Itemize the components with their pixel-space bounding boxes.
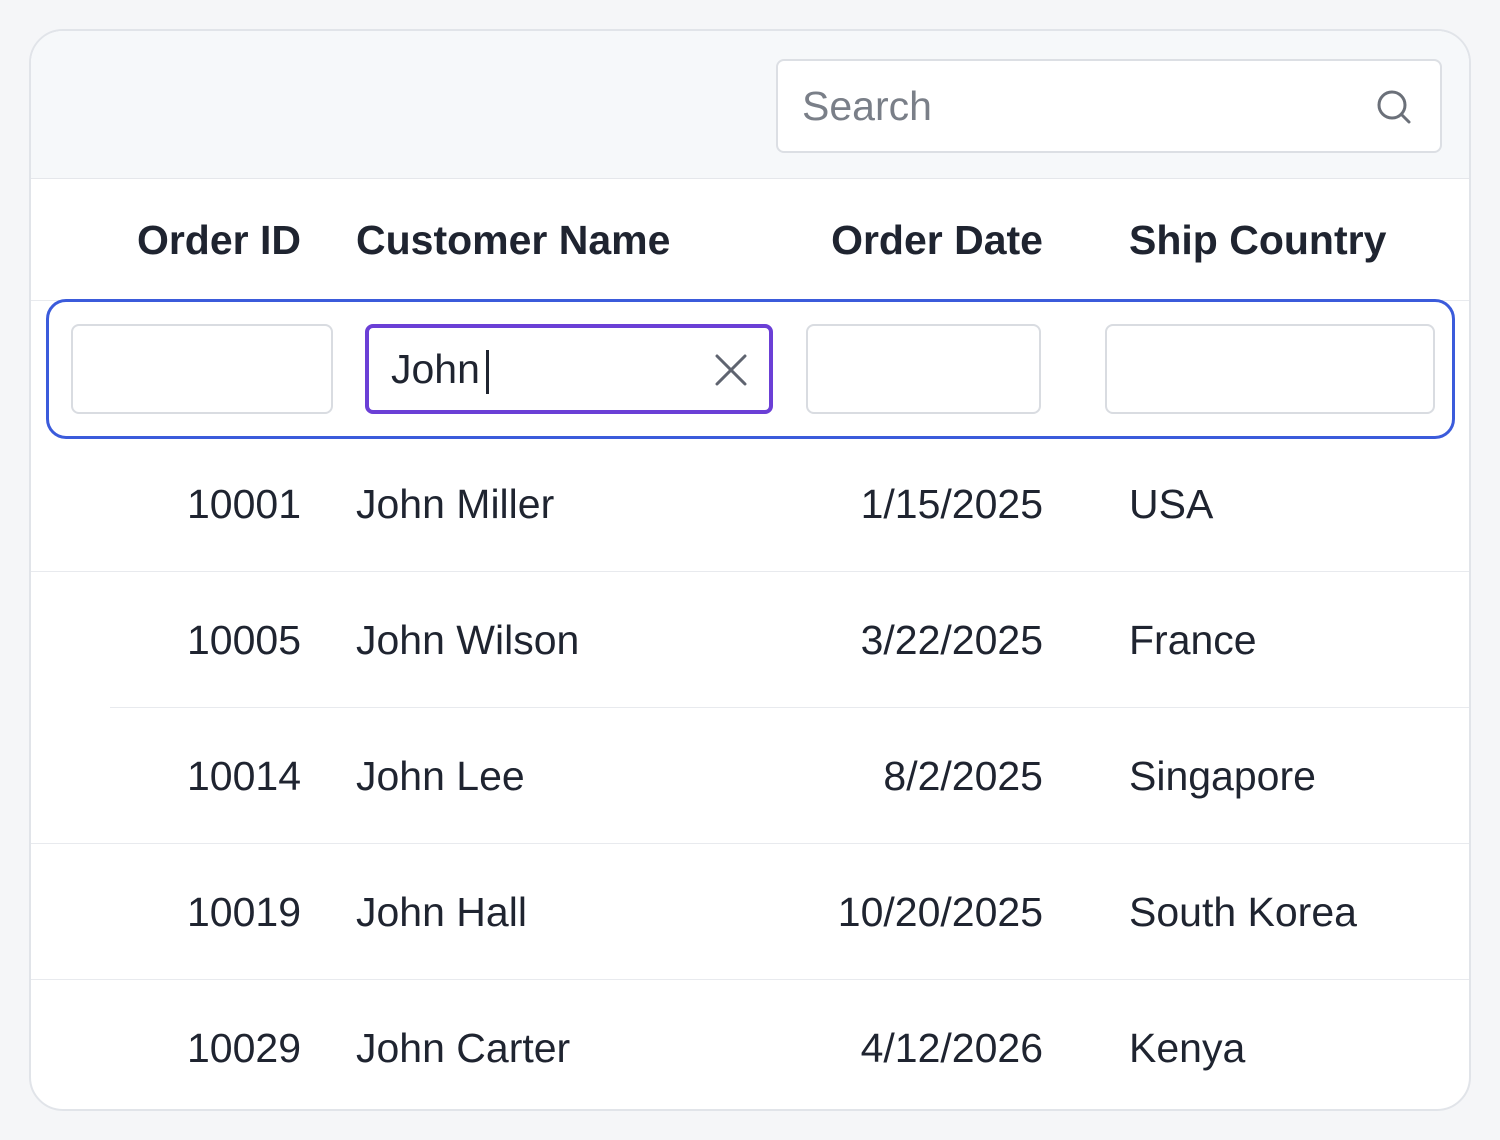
cell-order-id: 10014 — [186, 753, 301, 799]
cell-order-date: 3/22/2025 — [860, 617, 1043, 663]
cell-ship-country: Kenya — [1129, 1025, 1246, 1071]
header-row: Order ID Customer Name Order Date Ship C… — [31, 179, 1469, 301]
grid-toolbar — [31, 31, 1469, 179]
cell-customer-name: John Carter — [356, 1025, 571, 1071]
close-icon[interactable] — [713, 352, 749, 388]
filter-order-date-input[interactable] — [832, 326, 1017, 412]
filter-customer-name-input[interactable] — [391, 328, 691, 410]
text-caret — [486, 350, 489, 394]
cell-ship-country: Singapore — [1129, 753, 1316, 799]
filter-order-id-input[interactable] — [97, 326, 304, 412]
cell-customer-name: John Miller — [356, 481, 555, 527]
table-row[interactable]: 10019 John Hall 10/20/2025 South Korea — [31, 844, 1469, 980]
cell-order-date: 8/2/2025 — [883, 753, 1043, 799]
column-header-ship-country[interactable]: Ship Country — [1129, 179, 1386, 301]
column-header-customer-name[interactable]: Customer Name — [356, 179, 670, 301]
cell-order-date: 1/15/2025 — [860, 481, 1043, 527]
cell-order-id: 10005 — [186, 617, 301, 663]
cell-ship-country: South Korea — [1129, 889, 1357, 935]
filter-ship-country-input[interactable] — [1131, 326, 1392, 412]
filter-ship-country[interactable] — [1105, 324, 1435, 414]
filter-row — [46, 299, 1455, 439]
cell-customer-name: John Lee — [356, 753, 525, 799]
cell-order-id: 10029 — [186, 1025, 301, 1071]
cell-customer-name: John Hall — [356, 889, 527, 935]
cell-customer-name: John Wilson — [356, 617, 580, 663]
cell-order-date: 4/12/2026 — [860, 1025, 1043, 1071]
cell-ship-country: USA — [1129, 481, 1214, 527]
column-header-order-id[interactable]: Order ID — [137, 179, 301, 301]
search-icon[interactable] — [1374, 87, 1414, 127]
table-row[interactable]: 10029 John Carter 4/12/2026 Kenya — [31, 980, 1469, 1109]
table-row[interactable]: 10014 John Lee 8/2/2025 Singapore — [31, 708, 1469, 844]
table-row[interactable]: 10005 John Wilson 3/22/2025 France — [31, 572, 1469, 708]
filter-order-id[interactable] — [71, 324, 333, 414]
table-row[interactable]: 10001 John Miller 1/15/2025 USA — [31, 436, 1469, 572]
cell-order-id: 10001 — [186, 481, 301, 527]
search-input[interactable] — [802, 61, 1362, 151]
filter-customer-name[interactable] — [365, 324, 773, 414]
cell-order-id: 10019 — [186, 889, 301, 935]
column-header-order-date[interactable]: Order Date — [831, 179, 1043, 301]
cell-ship-country: France — [1129, 617, 1257, 663]
search-box[interactable] — [776, 59, 1442, 153]
filter-order-date[interactable] — [806, 324, 1041, 414]
data-grid: Order ID Customer Name Order Date Ship C… — [29, 29, 1471, 1111]
cell-order-date: 10/20/2025 — [837, 889, 1043, 935]
